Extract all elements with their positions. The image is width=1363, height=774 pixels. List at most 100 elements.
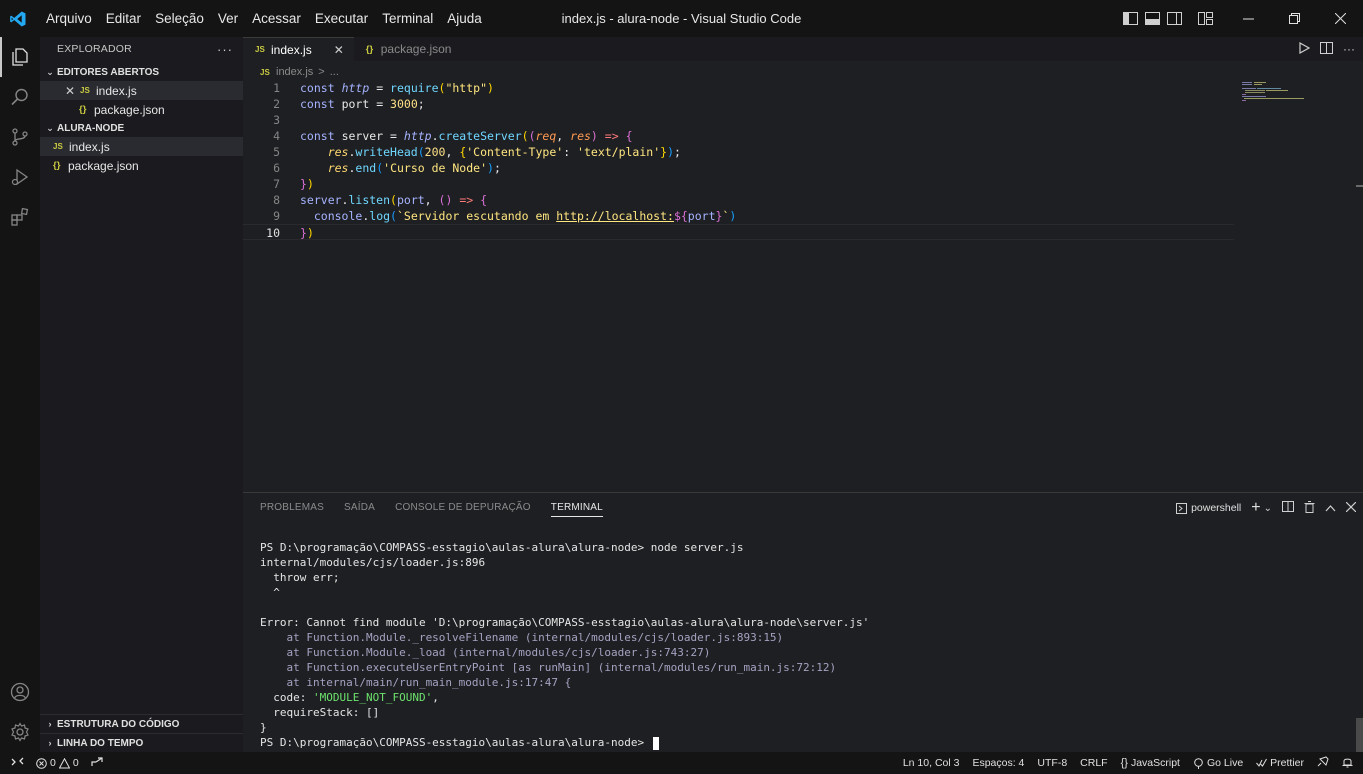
run-file-icon[interactable]: [1298, 41, 1311, 57]
feedback-icon[interactable]: [1317, 756, 1329, 770]
project-folder-section[interactable]: ⌄ ALURA-NODE: [40, 119, 243, 137]
panel-actions: powershell + ⌄: [1176, 499, 1357, 517]
breadcrumb-more[interactable]: ...: [330, 66, 339, 78]
open-editor-label: package.json: [94, 102, 165, 117]
menu-editar[interactable]: Editar: [99, 0, 148, 37]
language-label: JavaScript: [1130, 757, 1180, 769]
minimize-icon[interactable]: [1225, 0, 1271, 37]
prettier-status[interactable]: Prettier: [1256, 757, 1304, 769]
maximize-panel-icon[interactable]: [1325, 501, 1336, 515]
tab-problems[interactable]: PROBLEMAS: [260, 493, 324, 523]
go-live-label: Go Live: [1206, 757, 1244, 769]
terminal-line: internal/modules/cjs/loader.js:896: [260, 556, 486, 569]
more-actions-icon[interactable]: ···: [217, 42, 233, 57]
terminal-output[interactable]: PS D:\programação\COMPASS-esstagio\aulas…: [260, 540, 869, 750]
timeline-section[interactable]: › LINHA DO TEMPO: [40, 733, 243, 752]
status-right: Ln 10, Col 3 Espaços: 4 UTF-8 CRLF {} Ja…: [903, 752, 1353, 774]
tab-terminal[interactable]: TERMINAL: [550, 499, 603, 517]
close-window-icon[interactable]: [1317, 0, 1363, 37]
menu-executar[interactable]: Executar: [308, 0, 375, 37]
menu-arquivo[interactable]: Arquivo: [39, 0, 99, 37]
explorer-icon[interactable]: [0, 37, 40, 77]
tab-output[interactable]: SAÍDA: [344, 493, 375, 523]
outline-title: ESTRUTURA DO CÓDIGO: [57, 718, 180, 730]
remote-icon[interactable]: [11, 756, 24, 770]
indentation[interactable]: Espaços: 4: [972, 757, 1024, 769]
js-file-icon: JS: [260, 67, 270, 77]
menu-ver[interactable]: Ver: [211, 0, 245, 37]
menu-ajuda[interactable]: Ajuda: [440, 0, 489, 37]
problems-indicator[interactable]: 0 0: [36, 757, 79, 769]
menu-acessar[interactable]: Acessar: [245, 0, 308, 37]
code-line: 1 const http = require("http"): [243, 80, 1243, 96]
line-number: 8: [273, 193, 280, 207]
outline-section[interactable]: › ESTRUTURA DO CÓDIGO: [40, 714, 243, 733]
breadcrumb: JS index.js > ...: [243, 63, 1363, 81]
terminal-shell-selector[interactable]: powershell: [1176, 502, 1241, 514]
terminal-line: at internal/main/run_main_module.js:17:4…: [260, 676, 572, 689]
toggle-sidebar-icon[interactable]: [1119, 0, 1141, 37]
open-editor-index-js[interactable]: ✕ JS index.js: [40, 81, 243, 100]
toggle-secondary-sidebar-icon[interactable]: [1163, 0, 1185, 37]
open-editor-package-json[interactable]: {} package.json: [40, 100, 243, 119]
explorer-title: EXPLORADOR: [57, 43, 132, 55]
open-editors-title: EDITORES ABERTOS: [57, 66, 160, 78]
menu-selecao[interactable]: Seleção: [148, 0, 211, 37]
new-terminal-button[interactable]: + ⌄: [1251, 500, 1272, 516]
more-actions-icon[interactable]: ···: [1343, 42, 1355, 56]
close-panel-icon[interactable]: [1345, 501, 1357, 515]
bottom-panel: PROBLEMAS SAÍDA CONSOLE DE DEPURAÇÃO TER…: [243, 492, 1363, 753]
search-icon[interactable]: [0, 77, 40, 117]
tab-index-js[interactable]: JS index.js ✕: [243, 37, 354, 61]
menu-terminal[interactable]: Terminal: [375, 0, 440, 37]
line-number: 1: [273, 81, 280, 95]
chevron-down-icon: ⌄: [46, 122, 54, 133]
notifications-bell-icon[interactable]: [1342, 756, 1353, 771]
tab-debug-console[interactable]: CONSOLE DE DEPURAÇÃO: [395, 493, 531, 523]
terminal-line: requireStack: []: [260, 706, 380, 719]
language-mode[interactable]: {} JavaScript: [1121, 757, 1180, 769]
trash-icon[interactable]: [1304, 500, 1315, 516]
line-number: 6: [273, 161, 280, 175]
split-terminal-icon[interactable]: [1282, 501, 1294, 515]
activity-bar: [0, 37, 40, 752]
warning-count: 0: [72, 757, 79, 769]
file-index-js[interactable]: JS index.js: [40, 137, 243, 156]
status-bar: 0 0 Ln 10, Col 3 Espaços: 4 UTF-8 CRLF {…: [0, 752, 1363, 774]
close-tab-icon[interactable]: ✕: [334, 43, 344, 57]
encoding[interactable]: UTF-8: [1037, 757, 1067, 769]
end-of-line[interactable]: CRLF: [1080, 757, 1107, 769]
tab-package-json[interactable]: {} package.json: [354, 37, 462, 61]
warning-icon: [58, 757, 70, 768]
code-editor[interactable]: 1 const http = require("http") 2 const p…: [243, 80, 1243, 240]
go-live-button[interactable]: Go Live: [1193, 757, 1243, 769]
accounts-icon[interactable]: [0, 672, 40, 712]
breadcrumb-file[interactable]: index.js: [276, 66, 313, 78]
live-share-icon[interactable]: [91, 756, 103, 770]
title-bar: Arquivo Editar Seleção Ver Acessar Execu…: [0, 0, 1363, 37]
extensions-icon[interactable]: [0, 197, 40, 237]
terminal-scrollbar[interactable]: [1356, 718, 1363, 753]
minimap[interactable]: [1240, 80, 1325, 110]
terminal-line: }: [260, 721, 267, 734]
terminal-cursor: [652, 736, 659, 750]
toggle-panel-icon[interactable]: [1141, 0, 1163, 37]
cursor-position[interactable]: Ln 10, Col 3: [903, 757, 960, 769]
run-debug-icon[interactable]: [0, 157, 40, 197]
restore-icon[interactable]: [1271, 0, 1317, 37]
split-editor-icon[interactable]: [1320, 41, 1333, 57]
settings-gear-icon[interactable]: [0, 712, 40, 752]
source-control-icon[interactable]: [0, 117, 40, 157]
check-double-icon: [1256, 758, 1268, 767]
status-left: 0 0: [0, 756, 103, 770]
code-line: 8 server.listen(port, () => {: [243, 192, 1243, 208]
close-icon[interactable]: ✕: [63, 84, 77, 98]
broadcast-icon: [1194, 757, 1203, 769]
open-editors-section[interactable]: ⌄ EDITORES ABERTOS: [40, 63, 243, 81]
file-package-json[interactable]: {} package.json: [40, 156, 243, 175]
line-number: 5: [273, 145, 280, 159]
js-file-icon: JS: [53, 142, 63, 151]
customize-layout-icon[interactable]: [1185, 0, 1225, 37]
chevron-down-icon: ⌄: [1263, 502, 1272, 514]
